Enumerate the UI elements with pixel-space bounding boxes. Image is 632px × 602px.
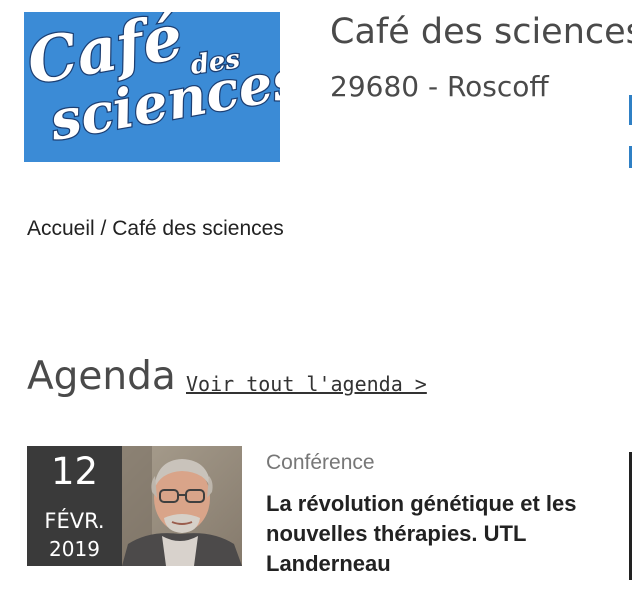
breadcrumb: Accueil / Café des sciences [27,217,284,241]
breadcrumb-separator: / [94,217,113,240]
event-speaker-photo[interactable] [122,446,242,566]
event-category: Conférence [266,451,375,474]
agenda-heading: Agenda [27,354,176,399]
event-day: 12 [50,450,99,493]
org-location: 29680 - Roscoff [330,70,549,103]
breadcrumb-home-link[interactable]: Accueil [27,217,95,240]
event-title-link[interactable]: La révolution génétique et les nouvelles… [266,489,616,579]
org-name: Café des sciences [330,12,632,52]
see-all-agenda-link[interactable]: Voir tout l'agenda > [186,372,427,396]
site-logo[interactable]: Café des sciences [24,12,280,162]
event-month: FÉVR. [44,509,105,533]
logo-graphic: Café des sciences [24,12,280,162]
event-year: 2019 [49,537,100,561]
speaker-portrait-image [122,446,242,566]
event-date-badge[interactable]: 12 FÉVR. 2019 [27,446,122,566]
breadcrumb-current: Café des sciences [112,217,284,240]
